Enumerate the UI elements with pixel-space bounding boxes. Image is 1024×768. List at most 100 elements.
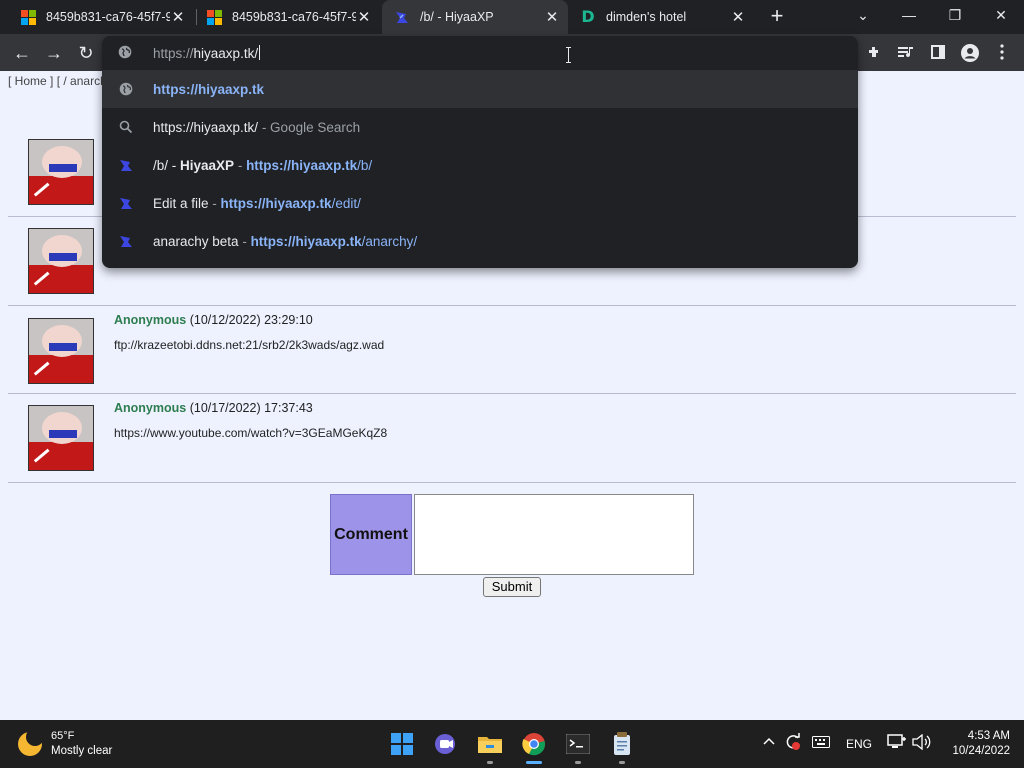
post-author: Anonymous	[114, 313, 187, 327]
post-author: Anonymous	[114, 401, 187, 415]
post-avatar	[28, 318, 94, 384]
suggestion-query: https://hiyaaxp.tk/	[153, 119, 259, 135]
post-item: Anonymous (10/12/2022) 23:29:10 ftp://kr…	[8, 306, 1016, 394]
suggestion-url-path: /edit/	[331, 195, 361, 211]
tab-1[interactable]: 8459b831-ca76-45f7-9 ✕	[8, 0, 194, 34]
post-meta: Anonymous (10/17/2022) 17:37:43	[114, 401, 313, 415]
clock-time: 4:53 AM	[967, 730, 1010, 742]
volume-icon[interactable]	[912, 733, 932, 753]
suggestion-text: /b/ - HiyaaXP - https://hiyaaxp.tk/b/	[153, 158, 372, 173]
weather-desc: Mostly clear	[51, 745, 113, 757]
omnibox-dropdown: https://hiyaaxp.tk/ https://hiyaaxp.tk h…	[102, 36, 858, 268]
extensions-icon[interactable]	[864, 44, 884, 64]
hiyaaxp-logo-icon	[394, 9, 410, 25]
suggestion-item[interactable]: https://hiyaaxp.tk/ - Google Search	[102, 108, 858, 146]
post-avatar	[28, 139, 94, 205]
post-text: ftp://krazeetobi.ddns.net:21/srb2/2k3wad…	[114, 338, 385, 352]
suggestion-url-path: /anarchy/	[361, 233, 418, 249]
post-date: (10/17/2022) 17:37:43	[189, 401, 313, 415]
post-avatar	[28, 405, 94, 471]
breadcrumb: [ Home ] [ / anarcl	[8, 74, 103, 88]
tray-chevron-up-icon[interactable]	[762, 734, 776, 750]
tab-title: 8459b831-ca76-45f7-9	[232, 10, 356, 24]
search-icon	[118, 119, 134, 135]
breadcrumb-current-link[interactable]: anarcl	[70, 74, 103, 88]
chrome-icon[interactable]	[518, 728, 550, 760]
url-typed: hiyaaxp.tk/	[193, 46, 259, 61]
suggestion-item[interactable]: Edit a file - https://hiyaaxp.tk/edit/	[102, 184, 858, 222]
comment-label: Comment	[330, 494, 412, 575]
clock-date: 10/24/2022	[952, 745, 1010, 757]
taskbar-clock[interactable]: 4:53 AM 10/24/2022	[952, 729, 1010, 759]
moon-shadow	[26, 728, 44, 746]
suggestion-url-host: https://hiyaaxp.tk	[250, 233, 362, 249]
tab-strip: 8459b831-ca76-45f7-9 ✕ 8459b831-ca76-45f…	[0, 0, 1024, 34]
address-bar[interactable]: https://hiyaaxp.tk/	[102, 36, 858, 70]
restore-button[interactable]: ❐	[932, 0, 978, 30]
post-meta: Anonymous (10/12/2022) 23:29:10	[114, 313, 313, 327]
hiyaaxp-logo-icon	[118, 233, 134, 249]
globe-icon	[118, 45, 132, 64]
windows-start-icon[interactable]	[386, 728, 418, 760]
tab-search-chevron-icon[interactable]: ⌄	[840, 0, 886, 30]
tab-2[interactable]: 8459b831-ca76-45f7-9 ✕	[194, 0, 380, 34]
suggestion-item[interactable]: anarachy beta - https://hiyaaxp.tk/anarc…	[102, 222, 858, 260]
tab-close-icon[interactable]: ✕	[544, 8, 560, 26]
suggestion-url-host: https://hiyaaxp.tk	[220, 195, 332, 211]
taskbar-active-indicator	[526, 761, 542, 764]
hiyaaxp-logo-icon	[118, 195, 134, 211]
comment-textarea[interactable]	[414, 494, 694, 575]
tab-title: 8459b831-ca76-45f7-9	[46, 10, 170, 24]
tab-title: dimden's hotel	[606, 10, 687, 24]
language-indicator[interactable]: ENG	[846, 737, 872, 751]
reload-button[interactable]: ↻	[73, 40, 99, 66]
close-window-button[interactable]: ✕	[978, 0, 1024, 30]
url-scheme: https://	[153, 46, 194, 61]
breadcrumb-home-link[interactable]: [ Home ]	[8, 74, 53, 88]
suggestion-url: https://hiyaaxp.tk	[153, 81, 265, 97]
suggestion-title: anarachy beta	[153, 233, 239, 249]
windows-logo-icon	[20, 9, 36, 25]
tab-close-icon[interactable]: ✕	[356, 8, 372, 26]
forward-button[interactable]: →	[41, 40, 67, 66]
teams-chat-icon[interactable]	[430, 728, 462, 760]
media-controls-icon[interactable]	[896, 44, 916, 64]
notepad-icon[interactable]	[606, 728, 638, 760]
minimize-button[interactable]: —	[886, 0, 932, 30]
network-icon[interactable]	[887, 734, 907, 753]
suggestion-title-prefix: /b/ -	[153, 157, 181, 173]
suggestion-sep: -	[234, 157, 247, 173]
terminal-icon[interactable]	[562, 728, 594, 760]
back-button[interactable]: ←	[9, 40, 35, 66]
suggestion-text: https://hiyaaxp.tk/ - Google Search	[153, 120, 360, 135]
side-panel-icon[interactable]	[928, 44, 948, 64]
taskbar-running-indicator	[575, 761, 581, 764]
dimden-logo-icon: D	[581, 7, 595, 26]
new-tab-button[interactable]: +	[764, 4, 790, 30]
tab-hiyaaxp-active[interactable]: /b/ - HiyaaXP ✕	[382, 0, 568, 34]
address-bar-text[interactable]: https://hiyaaxp.tk/	[153, 45, 261, 61]
suggestion-suffix: - Google Search	[258, 119, 361, 135]
keyboard-icon[interactable]	[812, 735, 830, 751]
profile-avatar-icon[interactable]	[960, 44, 980, 64]
suggestion-title: Edit a file	[153, 195, 209, 211]
suggestion-item[interactable]: https://hiyaaxp.tk	[102, 70, 858, 108]
suggestion-title-site: HiyaaXP	[180, 157, 235, 173]
sync-alert-icon[interactable]	[784, 733, 802, 754]
taskbar: 65°F Mostly clear ENG 4:53 AM 10/24/2022	[0, 720, 1024, 768]
suggestion-sep: -	[238, 233, 251, 249]
suggestion-item[interactable]: /b/ - HiyaaXP - https://hiyaaxp.tk/b/	[102, 146, 858, 184]
submit-button[interactable]: Submit	[483, 577, 541, 597]
file-explorer-icon[interactable]	[474, 728, 506, 760]
hiyaaxp-logo-icon	[118, 157, 134, 173]
text-caret	[259, 45, 261, 60]
suggestion-text: anarachy beta - https://hiyaaxp.tk/anarc…	[153, 234, 417, 249]
suggestion-text: Edit a file - https://hiyaaxp.tk/edit/	[153, 196, 361, 211]
tab-dimden[interactable]: D dimden's hotel ✕	[568, 0, 754, 34]
post-date: (10/12/2022) 23:29:10	[189, 313, 313, 327]
post-text: https://www.youtube.com/watch?v=3GEaMGeK…	[114, 426, 388, 440]
tab-close-icon[interactable]: ✕	[730, 8, 746, 26]
taskbar-running-indicator	[619, 761, 625, 764]
menu-kebab-icon[interactable]	[992, 44, 1012, 64]
tab-close-icon[interactable]: ✕	[170, 8, 186, 26]
